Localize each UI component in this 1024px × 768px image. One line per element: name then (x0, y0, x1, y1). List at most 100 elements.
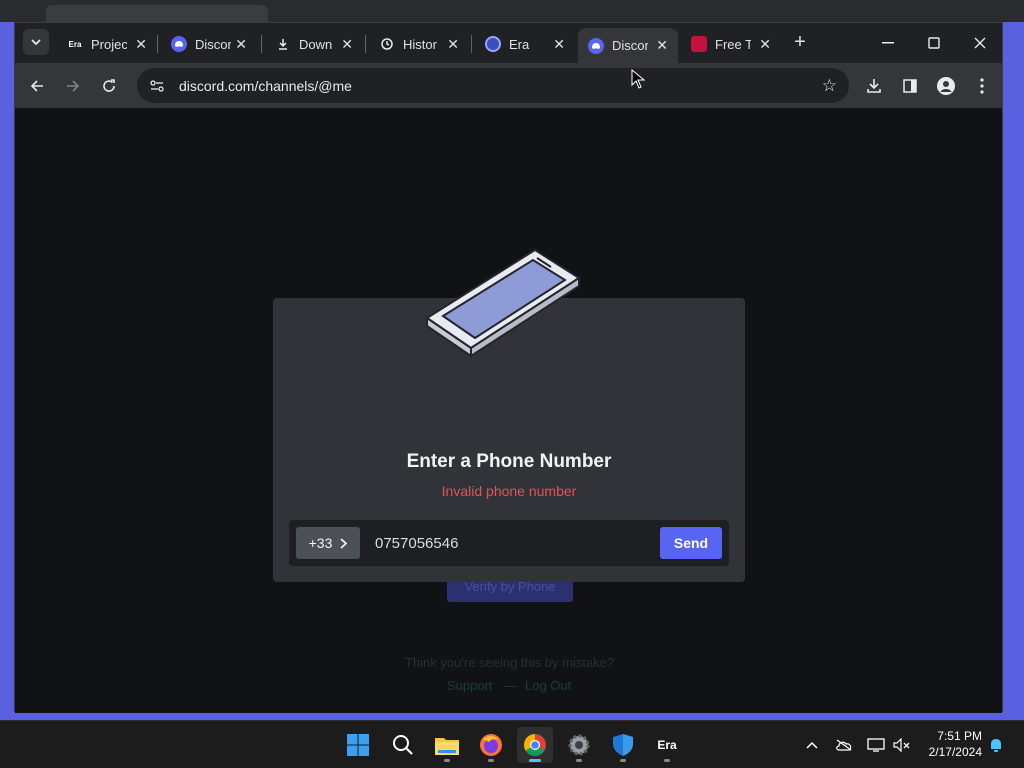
browser-window: Era Projec ✕ Discor ✕ Down ✕ Histor ✕ Er… (14, 22, 1003, 713)
downloads-icon[interactable] (863, 75, 885, 97)
background-window-bar (0, 0, 1024, 22)
background-window-tab (46, 5, 268, 22)
windows-security-button[interactable] (605, 727, 641, 763)
gear-icon (568, 734, 590, 756)
close-icon[interactable]: ✕ (656, 37, 668, 54)
tab-projects[interactable]: Era Projec ✕ (57, 28, 157, 60)
show-hidden-icons-button[interactable] (802, 735, 822, 755)
close-icon[interactable]: ✕ (235, 36, 247, 53)
minimize-button[interactable] (865, 31, 911, 55)
phone-illustration (425, 248, 581, 358)
reload-button[interactable] (95, 73, 123, 99)
page-content: Verify by Phone Think you're seeing this… (15, 108, 1002, 713)
phone-number-input[interactable] (367, 528, 647, 558)
running-indicator (529, 759, 541, 762)
close-icon (974, 37, 986, 49)
era-globe-icon (485, 36, 501, 52)
close-icon[interactable]: ✕ (341, 36, 353, 53)
running-indicator (576, 759, 582, 762)
chevron-right-icon (340, 537, 348, 549)
close-icon[interactable]: ✕ (447, 36, 459, 53)
minimize-icon (882, 42, 894, 44)
support-link: Support (447, 678, 493, 693)
close-icon[interactable]: ✕ (135, 36, 147, 53)
side-panel-icon[interactable] (899, 75, 921, 97)
phone-number-modal: Enter a Phone Number Invalid phone numbe… (273, 248, 745, 582)
site-settings-icon[interactable] (149, 78, 165, 94)
discord-icon (588, 37, 604, 54)
back-button[interactable] (23, 73, 51, 99)
tab-era[interactable]: Era ✕ (475, 28, 575, 60)
tab-free-tools[interactable]: Free Te ✕ (681, 28, 781, 60)
close-window-button[interactable] (957, 31, 1003, 55)
tab-title: Histor (403, 36, 437, 52)
phone-input-row: +33 Send (289, 520, 729, 566)
tab-downloads[interactable]: Down ✕ (265, 28, 363, 60)
tab-strip: Era Projec ✕ Discor ✕ Down ✕ Histor ✕ Er… (15, 23, 1002, 63)
separator-dash: — (504, 678, 517, 693)
tab-title: Discor (195, 36, 231, 52)
shield-icon (613, 734, 633, 756)
chevron-up-icon (806, 741, 818, 749)
close-icon[interactable]: ✕ (553, 36, 565, 53)
maximize-button[interactable] (911, 31, 957, 55)
tab-separator (261, 35, 262, 53)
tab-title: Discor (612, 38, 648, 53)
profile-icon[interactable] (935, 75, 957, 97)
time-text: 7:51 PM (937, 729, 982, 743)
new-tab-button[interactable]: + (788, 31, 812, 54)
menu-dots-icon[interactable] (971, 75, 993, 97)
clock[interactable]: 7:51 PM 2/17/2024 (929, 728, 982, 760)
close-icon[interactable]: ✕ (759, 36, 771, 53)
volume-muted-icon[interactable] (892, 735, 912, 755)
settings-button[interactable] (561, 727, 597, 763)
discord-icon (171, 36, 187, 52)
search-icon (393, 735, 413, 755)
url-text: discord.com/channels/@me (179, 77, 352, 94)
bookmark-star-icon[interactable]: ☆ (822, 76, 837, 96)
folder-icon (435, 738, 459, 755)
running-indicator (620, 759, 626, 762)
browser-toolbar: discord.com/channels/@me ☆ (15, 63, 1002, 108)
tab-title: Free Te (715, 36, 751, 52)
era-logo-icon: Era (68, 39, 82, 49)
mistake-text: Think you're seeing this by mistake? (405, 655, 615, 670)
search-button[interactable] (385, 727, 421, 763)
download-icon (275, 36, 291, 52)
notification-bell-icon[interactable] (986, 735, 1006, 755)
country-code-value: +33 (308, 535, 333, 551)
arrow-right-icon (67, 80, 80, 92)
arrow-left-icon (30, 80, 43, 92)
chrome-button[interactable] (517, 727, 553, 763)
tab-search-button[interactable] (23, 29, 49, 55)
era-app-button[interactable]: Era (649, 727, 685, 763)
onedrive-icon[interactable] (834, 735, 854, 755)
forward-button[interactable] (59, 73, 87, 99)
tab-separator (157, 35, 158, 53)
running-indicator (664, 759, 670, 762)
logout-link: Log Out (525, 678, 572, 693)
running-indicator (444, 759, 450, 762)
tab-history[interactable]: Histor ✕ (369, 28, 469, 60)
modal-title: Enter a Phone Number (406, 451, 612, 472)
tab-discord-active[interactable]: Discor ✕ (578, 28, 678, 63)
maximize-icon (928, 37, 940, 49)
tab-separator (365, 35, 366, 53)
firefox-button[interactable] (473, 727, 509, 763)
country-code-selector[interactable]: +33 (296, 527, 360, 559)
tab-title: Projec (91, 36, 127, 52)
network-icon[interactable] (866, 735, 886, 755)
address-bar[interactable]: discord.com/channels/@me ☆ (137, 68, 849, 103)
running-indicator (488, 759, 494, 762)
windows-logo-icon (347, 734, 369, 756)
red-logo-icon (691, 36, 707, 52)
history-icon (379, 36, 395, 52)
taskbar: Era 7:51 PM 2/17/2024 (0, 720, 1024, 768)
file-explorer-button[interactable] (429, 727, 465, 763)
tab-title: Down (299, 36, 333, 52)
mouse-cursor-icon (631, 69, 645, 89)
send-button[interactable]: Send (660, 527, 722, 559)
tab-discord-1[interactable]: Discor ✕ (161, 28, 257, 60)
era-logo-icon: Era (657, 738, 677, 752)
start-button[interactable] (340, 727, 376, 763)
